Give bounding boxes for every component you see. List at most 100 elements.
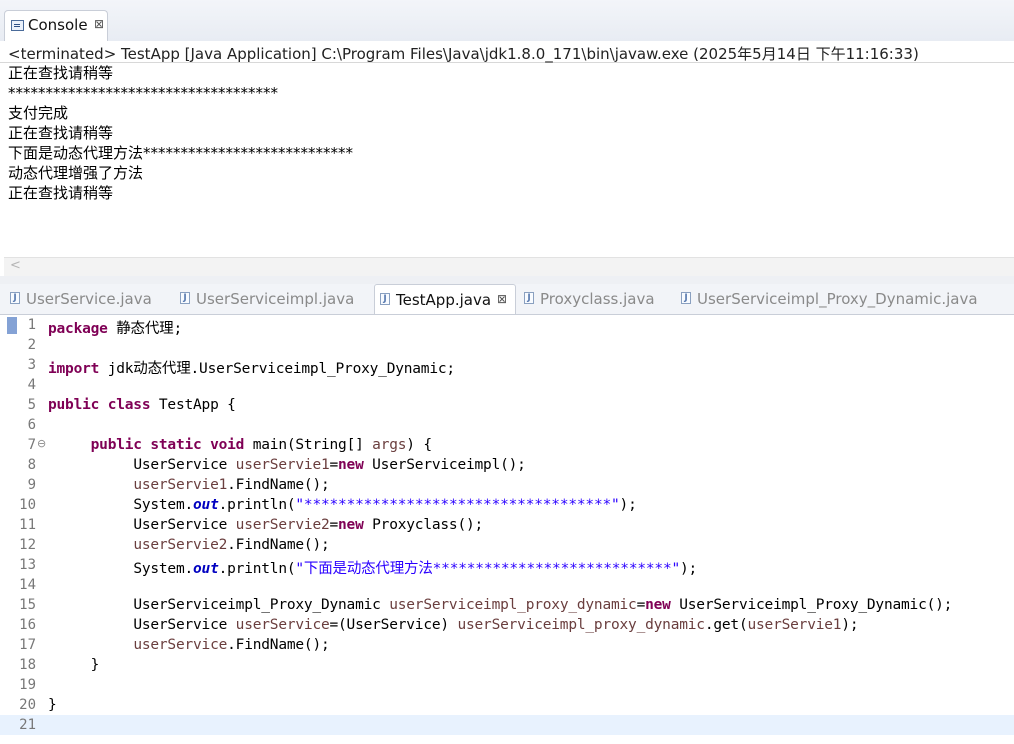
code-token: } bbox=[90, 657, 100, 673]
code-token: .println( bbox=[218, 497, 296, 513]
line-number: 4 bbox=[27, 377, 36, 393]
line-number: 15 bbox=[19, 597, 36, 613]
code-token: .get( bbox=[704, 617, 748, 633]
variable: userServiceimpl_proxy_dynamic bbox=[389, 597, 637, 613]
code-token: UserServiceimpl(); bbox=[363, 457, 526, 473]
console-line: 正在查找请稍等 bbox=[8, 184, 114, 202]
line-number: 3 bbox=[27, 357, 36, 373]
console-horizontal-scrollbar[interactable]: < bbox=[4, 257, 1014, 276]
tab-userserviceimpl[interactable]: J UserServiceimpl.java bbox=[178, 284, 368, 314]
code-text: UserServiceimpl_Proxy_Dynamic userServic… bbox=[48, 597, 952, 613]
code-text: public class TestApp { bbox=[48, 397, 236, 413]
code-token: ); bbox=[619, 497, 637, 513]
code-line: 3 import jdk动态代理.UserServiceimpl_Proxy_D… bbox=[0, 355, 1014, 377]
tab-userservice[interactable]: J UserService.java bbox=[8, 284, 168, 314]
code-token: UserServiceimpl_Proxy_Dynamic(); bbox=[670, 597, 953, 613]
code-token: .FindName(); bbox=[227, 477, 330, 493]
code-token: = bbox=[329, 517, 339, 533]
line-number: 2 bbox=[27, 337, 36, 353]
code-token: UserService bbox=[133, 617, 236, 633]
console-line: 支付完成 bbox=[8, 104, 69, 122]
java-file-icon: J bbox=[380, 293, 390, 305]
tab-console[interactable]: Console ⊠ bbox=[4, 10, 108, 41]
code-line: 20 } bbox=[0, 695, 1014, 715]
code-token: = bbox=[329, 457, 339, 473]
code-line: 12 userServie2.FindName(); bbox=[0, 535, 1014, 555]
keyword: public bbox=[90, 437, 142, 453]
code-token: ); bbox=[841, 617, 859, 633]
code-text: UserService userServie2=new Proxyclass()… bbox=[48, 517, 483, 533]
fold-collapse-icon[interactable]: ⊖ bbox=[37, 437, 46, 450]
editor-tab-bar: J UserService.java J UserServiceimpl.jav… bbox=[0, 284, 1014, 315]
console-line: 下面是动态代理方法**************************** bbox=[8, 144, 354, 162]
code-text: userServie1.FindName(); bbox=[48, 477, 330, 493]
code-text: } bbox=[48, 697, 57, 713]
close-icon[interactable]: ⊠ bbox=[94, 17, 104, 31]
console-icon bbox=[11, 20, 24, 31]
console-tab-bar: Console ⊠ bbox=[0, 0, 1014, 42]
line-number: 10 bbox=[19, 497, 36, 513]
code-line: 16 UserService userService=(UserService)… bbox=[0, 615, 1014, 635]
code-token: = bbox=[636, 597, 646, 613]
line-number: 17 bbox=[19, 637, 36, 653]
line-number: 18 bbox=[19, 657, 36, 673]
keyword: new bbox=[338, 457, 364, 473]
tab-testapp[interactable]: J TestApp.java ⊠ bbox=[374, 284, 516, 314]
code-line: 19 bbox=[0, 675, 1014, 695]
java-file-icon: J bbox=[681, 292, 691, 304]
java-file-icon: J bbox=[180, 292, 190, 304]
close-icon[interactable]: ⊠ bbox=[497, 292, 507, 306]
code-line: 2 bbox=[0, 335, 1014, 355]
code-text: UserService userServie1=new UserServicei… bbox=[48, 457, 526, 473]
variable: userService bbox=[133, 637, 228, 653]
code-line: 1 package 静态代理; bbox=[0, 315, 1014, 337]
code-token: main(String[] bbox=[244, 437, 373, 453]
code-line: 17 userService.FindName(); bbox=[0, 635, 1014, 655]
tab-label: UserService.java bbox=[26, 290, 152, 308]
tab-label: UserServiceimpl_Proxy_Dynamic.java bbox=[697, 290, 978, 308]
keyword: static bbox=[150, 437, 202, 453]
code-line: 15 UserServiceimpl_Proxy_Dynamic userSer… bbox=[0, 595, 1014, 615]
variable: userServie1 bbox=[747, 617, 842, 633]
tab-console-label: Console bbox=[28, 16, 88, 34]
code-text: userService.FindName(); bbox=[48, 637, 329, 653]
tab-label: TestApp.java bbox=[396, 291, 492, 309]
variable: userServiceimpl_proxy_dynamic bbox=[457, 617, 705, 633]
code-text: userServie2.FindName(); bbox=[48, 537, 330, 553]
code-editor[interactable]: 1 package 静态代理; 2 3 import jdk动态代理.UserS… bbox=[0, 315, 1014, 744]
code-line: 10 System.out.println("*****************… bbox=[0, 495, 1014, 515]
tab-label: Proxyclass.java bbox=[540, 290, 655, 308]
scroll-left-icon[interactable]: < bbox=[10, 258, 21, 273]
code-token: ) { bbox=[406, 437, 432, 453]
code-text: public static void main(String[] args) { bbox=[48, 437, 432, 453]
code-token: UserService bbox=[133, 457, 236, 473]
current-code-line: 21 bbox=[0, 715, 1014, 735]
code-line: 8 UserService userServie1=new UserServic… bbox=[0, 455, 1014, 475]
tab-label: UserServiceimpl.java bbox=[196, 290, 355, 308]
tab-proxyclass[interactable]: J Proxyclass.java bbox=[522, 284, 672, 314]
tab-userserviceimpl-proxy-dynamic[interactable]: J UserServiceimpl_Proxy_Dynamic.java bbox=[679, 284, 999, 314]
code-line: 14 bbox=[0, 575, 1014, 595]
code-token: UserServiceimpl_Proxy_Dynamic bbox=[133, 597, 390, 613]
keyword: void bbox=[210, 437, 245, 453]
code-line: 11 UserService userServie2=new Proxyclas… bbox=[0, 515, 1014, 535]
console-line: 正在查找请稍等 bbox=[8, 124, 114, 142]
variable: userServie1 bbox=[235, 457, 330, 473]
variable: args bbox=[372, 437, 407, 453]
code-line: 9 userServie1.FindName(); bbox=[0, 475, 1014, 495]
variable: userServie2 bbox=[235, 517, 330, 533]
code-token: TestApp { bbox=[150, 397, 236, 413]
line-number: 12 bbox=[19, 537, 36, 553]
line-number: 8 bbox=[27, 457, 36, 473]
code-line: 6 bbox=[0, 415, 1014, 435]
code-token: } bbox=[48, 697, 57, 713]
line-number: 11 bbox=[19, 517, 36, 533]
keyword: class bbox=[107, 397, 151, 413]
java-file-icon: J bbox=[524, 292, 534, 304]
static-field: out bbox=[193, 497, 219, 513]
variable: userServie2 bbox=[133, 537, 228, 553]
code-line: 4 bbox=[0, 375, 1014, 395]
code-token: .FindName(); bbox=[227, 537, 330, 553]
variable: userService bbox=[235, 617, 330, 633]
console-output[interactable]: 正在查找请稍等 ********************************… bbox=[8, 63, 1008, 203]
